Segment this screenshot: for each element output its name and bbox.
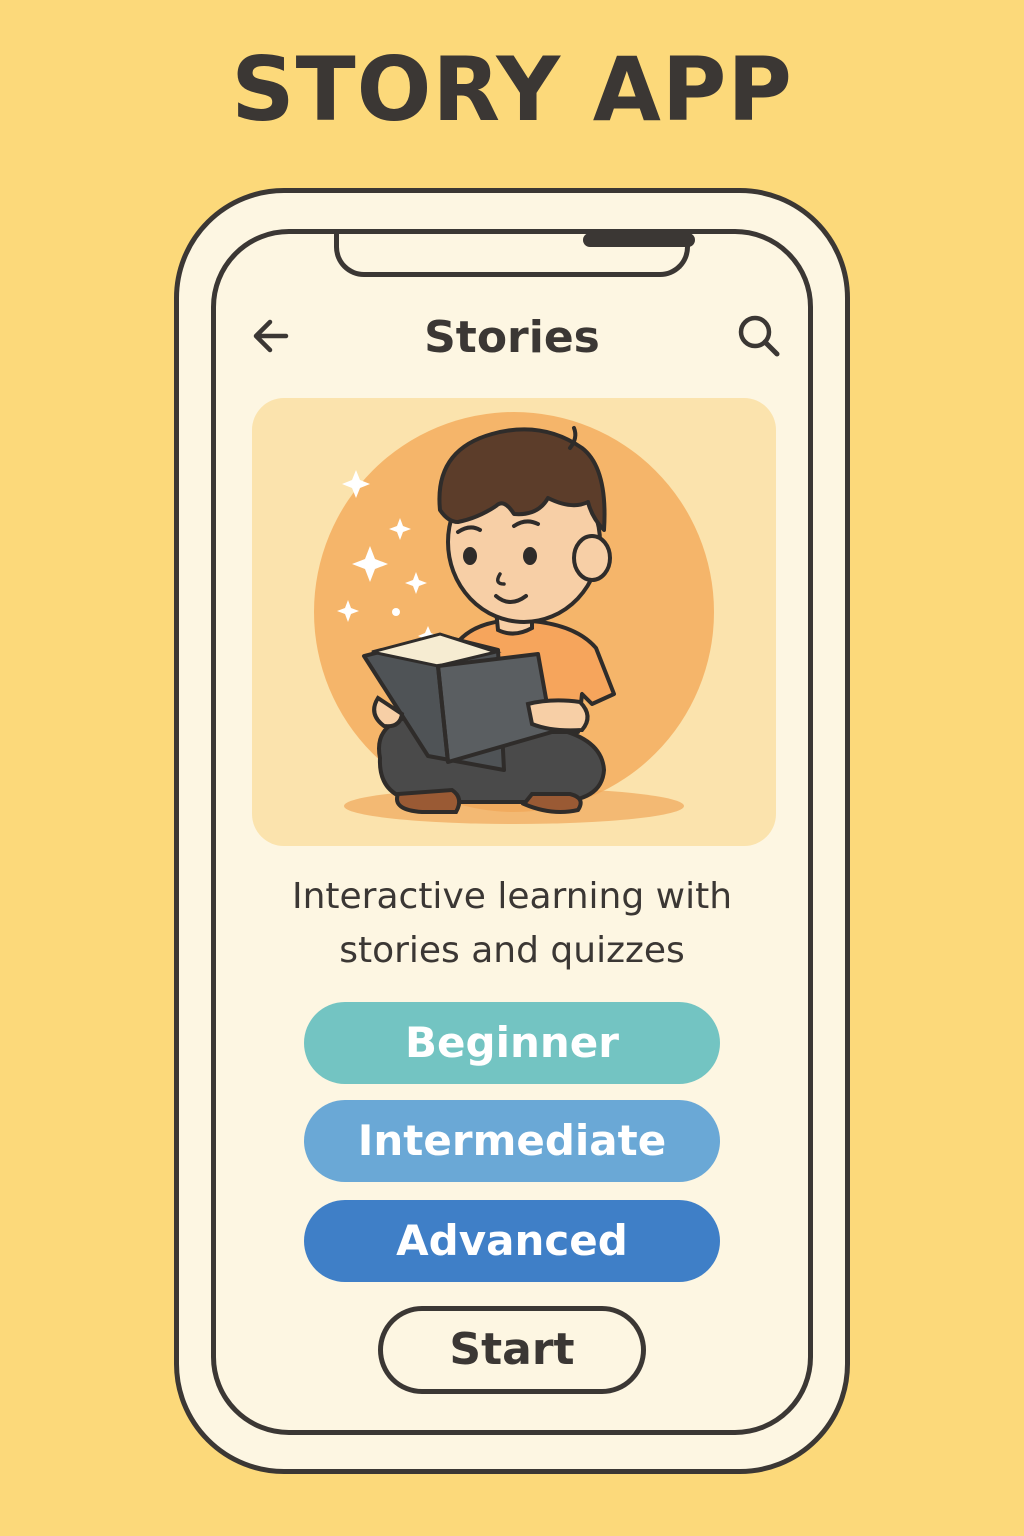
hero-illustration: [252, 398, 776, 846]
phone-screen: Stories Interactive learning with storie…: [211, 229, 813, 1435]
intermediate-button[interactable]: Intermediate: [304, 1100, 720, 1182]
child-reading-book-illustration: [314, 412, 714, 824]
phone-notch: [334, 234, 695, 277]
beginner-button[interactable]: Beginner: [304, 1002, 720, 1084]
page-title: Stories: [424, 312, 600, 363]
start-button[interactable]: Start: [378, 1306, 646, 1394]
app-title: STORY APP: [231, 38, 793, 141]
search-icon[interactable]: [733, 310, 785, 362]
advanced-button[interactable]: Advanced: [304, 1200, 720, 1282]
tagline: Interactive learning with stories and qu…: [291, 876, 733, 971]
phone-frame: Stories Interactive learning with storie…: [174, 188, 850, 1474]
speaker-slot: [583, 234, 695, 247]
